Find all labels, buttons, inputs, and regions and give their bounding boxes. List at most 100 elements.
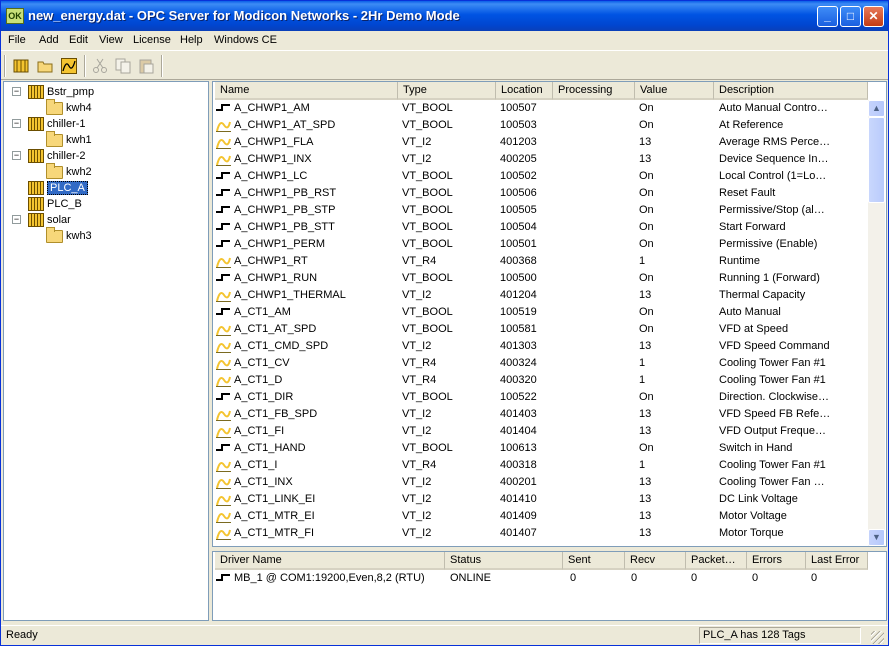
driver-row[interactable]: MB_1 @ COM1:19200,Even,8,2 (RTU) ONLINE 0 0… <box>213 570 886 587</box>
driver-list[interactable]: Driver Name Status Sent Recv Packet… Errors La… <box>212 551 887 621</box>
tree-node[interactable]: chiller-1 <box>28 116 86 132</box>
tag-name: A_CHWP1_LC <box>234 170 308 182</box>
tag-value: On <box>639 442 654 454</box>
tree-node-label: kwh3 <box>66 230 92 242</box>
tree-node[interactable]: kwh4 <box>46 98 92 116</box>
app-icon[interactable]: OK <box>6 8 24 24</box>
column-header-processing[interactable]: Processing <box>553 82 635 100</box>
tree-node[interactable]: kwh3 <box>46 226 92 244</box>
close-button[interactable]: ✕ <box>863 6 884 27</box>
tag-type: VT_BOOL <box>402 170 453 182</box>
tag-location: 100500 <box>500 272 537 284</box>
resize-grip[interactable] <box>871 631 884 644</box>
menu-file[interactable]: File <box>8 34 26 46</box>
table-row[interactable]: A_CT1_AM VT_BOOL 100519 On Auto Manual <box>213 304 868 321</box>
cut-icon[interactable] <box>89 55 111 77</box>
driver-column-header[interactable]: Sent <box>563 552 625 570</box>
table-row[interactable]: A_CHWP1_PERM VT_BOOL 100501 On Permissive (E… <box>213 236 868 253</box>
new-device-icon[interactable] <box>10 55 32 77</box>
table-row[interactable]: A_CT1_I VT_R4 400318 1 Cooling Tower Fan #1 <box>213 457 868 474</box>
tree-expander[interactable]: − <box>12 215 21 224</box>
tree-node-label: chiller-1 <box>47 118 86 130</box>
driver-column-header[interactable]: Recv <box>625 552 686 570</box>
tree-node[interactable]: kwh1 <box>46 130 92 148</box>
tag-type: VT_BOOL <box>402 119 453 131</box>
column-header-value[interactable]: Value <box>635 82 714 100</box>
scroll-thumb[interactable] <box>868 117 885 203</box>
table-row[interactable]: A_CHWP1_AT_SPD VT_BOOL 100503 On At Referenc… <box>213 117 868 134</box>
column-header-name[interactable]: Name <box>215 82 398 100</box>
scroll-up-button[interactable]: ▲ <box>868 100 885 117</box>
tag-type: VT_BOOL <box>402 238 453 250</box>
table-row[interactable]: A_CHWP1_LC VT_BOOL 100502 On Local Control (… <box>213 168 868 185</box>
paste-icon[interactable] <box>135 55 157 77</box>
menu-help[interactable]: Help <box>180 34 203 46</box>
maximize-button[interactable]: □ <box>840 6 861 27</box>
driver-icon <box>216 573 230 585</box>
table-row[interactable]: A_CT1_CV VT_R4 400324 1 Cooling Tower Fan #1 <box>213 355 868 372</box>
column-header-type[interactable]: Type <box>398 82 496 100</box>
driver-column-header[interactable]: Last Error <box>806 552 868 570</box>
menu-edit[interactable]: Edit <box>69 34 88 46</box>
table-row[interactable]: A_CHWP1_FLA VT_I2 401203 13 Average RMS Perc… <box>213 134 868 151</box>
vertical-scrollbar[interactable]: ▲ ▼ <box>868 100 885 546</box>
column-header-description[interactable]: Description <box>714 82 868 100</box>
scroll-down-button[interactable]: ▼ <box>868 529 885 546</box>
minimize-button[interactable]: _ <box>817 6 838 27</box>
folder-icon <box>46 226 63 243</box>
table-row[interactable]: A_CT1_D VT_R4 400320 1 Cooling Tower Fan #1 <box>213 372 868 389</box>
tag-location: 401407 <box>500 527 537 539</box>
tag-location: 401303 <box>500 340 537 352</box>
table-row[interactable]: A_CT1_HAND VT_BOOL 100613 On Switch in Hand <box>213 440 868 457</box>
open-folder-icon[interactable] <box>34 55 56 77</box>
tree-node[interactable]: chiller-2 <box>28 148 86 164</box>
menu-license[interactable]: License <box>133 34 171 46</box>
column-header-location[interactable]: Location <box>496 82 553 100</box>
trend-icon[interactable] <box>58 55 80 77</box>
tag-description: VFD Speed Command <box>719 340 830 352</box>
table-row[interactable]: A_CT1_DIR VT_BOOL 100522 On Direction. Clock… <box>213 389 868 406</box>
table-row[interactable]: A_CT1_INX VT_I2 400201 13 Cooling Tower Fan … <box>213 474 868 491</box>
table-row[interactable]: A_CHWP1_PB_STT VT_BOOL 100504 On Start Forwa… <box>213 219 868 236</box>
table-row[interactable]: A_CHWP1_PB_STP VT_BOOL 100505 On Permissive/… <box>213 202 868 219</box>
tree-node[interactable]: PLC_B <box>28 196 82 212</box>
table-row[interactable]: A_CHWP1_THERMAL VT_I2 401204 13 Thermal Capa… <box>213 287 868 304</box>
menu-add[interactable]: Add <box>39 34 59 46</box>
tag-value: On <box>639 323 654 335</box>
tree-node[interactable]: PLC_A <box>28 180 88 196</box>
tree-expander[interactable]: − <box>12 119 21 128</box>
copy-icon[interactable] <box>112 55 134 77</box>
table-row[interactable]: A_CT1_LINK_EI VT_I2 401410 13 DC Link Voltag… <box>213 491 868 508</box>
title-bar[interactable]: OK new_energy.dat - OPC Server for Modic… <box>1 1 888 31</box>
device-tree[interactable]: Bstr_pmp − kwh4 chiller-1 − kwh1 chiller-2 − kwh… <box>3 81 209 621</box>
table-row[interactable]: A_CHWP1_PB_RST VT_BOOL 100506 On Reset Fault <box>213 185 868 202</box>
table-row[interactable]: A_CT1_FB_SPD VT_I2 401403 13 VFD Speed FB Re… <box>213 406 868 423</box>
tree-expander[interactable]: − <box>12 151 21 160</box>
table-row[interactable]: A_CT1_CMD_SPD VT_I2 401303 13 VFD Speed Comm… <box>213 338 868 355</box>
driver-column-header[interactable]: Driver Name <box>215 552 445 570</box>
table-row[interactable]: A_CHWP1_AM VT_BOOL 100507 On Auto Manual Con… <box>213 100 868 117</box>
menu-view[interactable]: View <box>99 34 123 46</box>
driver-column-header[interactable]: Errors <box>747 552 806 570</box>
tag-name: A_CHWP1_INX <box>234 153 312 165</box>
table-row[interactable]: A_CT1_MTR_EI VT_I2 401409 13 Motor Voltage <box>213 508 868 525</box>
table-row[interactable]: A_CT1_AT_SPD VT_BOOL 100581 On VFD at Speed <box>213 321 868 338</box>
table-row[interactable]: A_CHWP1_INX VT_I2 400205 13 Device Sequence … <box>213 151 868 168</box>
tree-node[interactable]: kwh2 <box>46 162 92 180</box>
tree-expander[interactable]: − <box>12 87 21 96</box>
table-row[interactable]: A_CHWP1_RT VT_R4 400368 1 Runtime <box>213 253 868 270</box>
table-row[interactable]: A_CT1_FI VT_I2 401404 13 VFD Output Freque… <box>213 423 868 440</box>
tag-location: 400201 <box>500 476 537 488</box>
driver-packet: 0 <box>691 572 698 584</box>
table-row[interactable]: A_CT1_MTR_FI VT_I2 401407 13 Motor Torque <box>213 525 868 542</box>
table-row[interactable]: A_CHWP1_RUN VT_BOOL 100500 On Running 1 (For… <box>213 270 868 287</box>
menu-windows-ce[interactable]: Windows CE <box>214 34 277 46</box>
tag-name: A_CHWP1_PB_RST <box>234 187 337 199</box>
tag-list[interactable]: Name Type Location Processing Value Descripti… <box>212 81 887 547</box>
driver-column-header[interactable]: Status <box>445 552 563 570</box>
tree-node[interactable]: Bstr_pmp <box>28 84 94 100</box>
tag-name: A_CT1_I <box>234 459 278 471</box>
driver-column-header[interactable]: Packet… <box>686 552 747 570</box>
tag-type: VT_BOOL <box>402 442 453 454</box>
tree-node-label: kwh4 <box>66 102 92 114</box>
